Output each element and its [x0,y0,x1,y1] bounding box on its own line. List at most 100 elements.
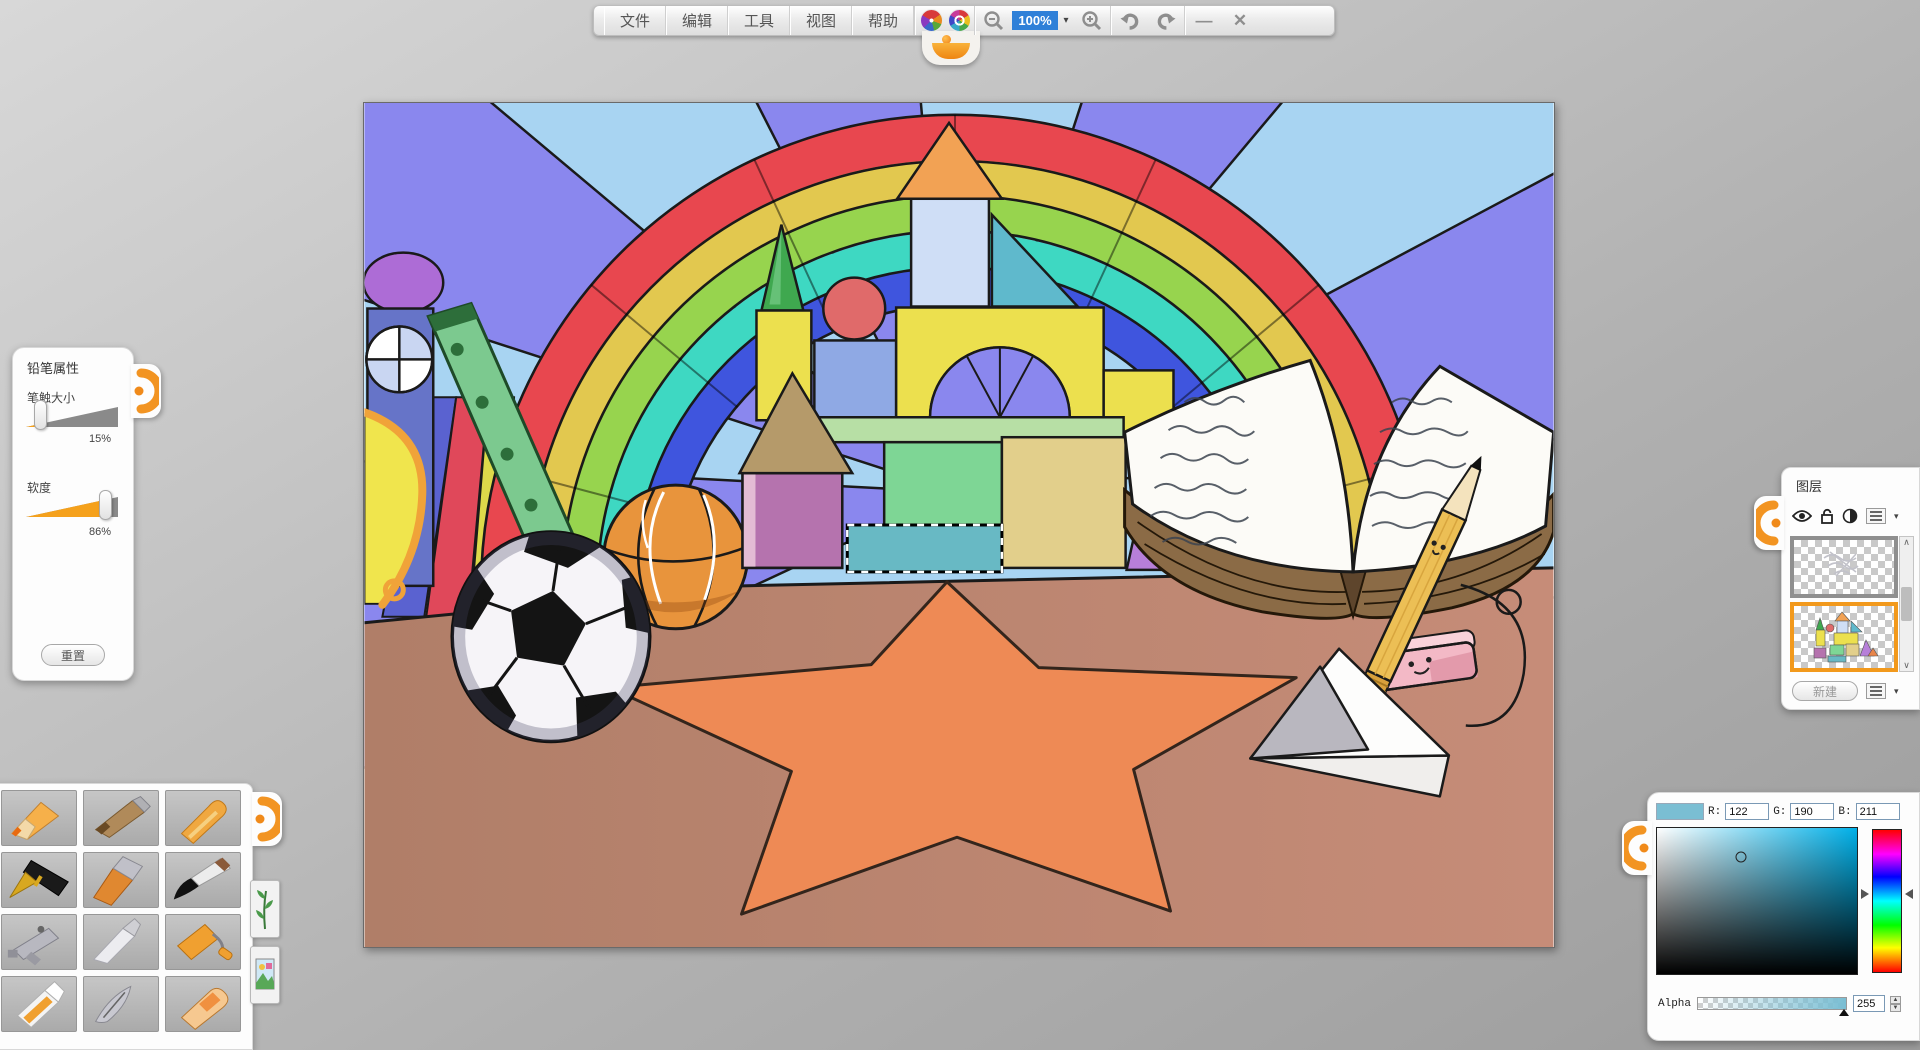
saturation-value-box[interactable] [1656,827,1858,975]
orange-crescent-icon [1756,498,1782,548]
softness-slider[interactable] [26,493,120,519]
hue-bar[interactable] [1872,829,1902,973]
red-field[interactable] [1725,803,1769,820]
tool-sharp-pencil[interactable] [1,790,77,846]
metal-nib-icon [84,978,158,1030]
zoom-level-field[interactable]: 100% [1012,11,1058,30]
scroll-down-icon[interactable]: ∨ [1903,660,1910,671]
fountain-pen-icon [2,854,76,906]
tool-metal-nib[interactable] [83,976,159,1032]
layers-title: 图层 [1796,476,1822,495]
menu-help[interactable]: 帮助 [852,6,914,35]
color-picker-panel: R: G: B: Alpha ▲▼ [1647,792,1920,1041]
blue-field[interactable] [1856,803,1900,820]
nature-brush-tab[interactable] [250,880,280,938]
tool-ink-brush[interactable] [165,852,241,908]
panel-title: 铅笔属性 [27,358,79,377]
selection-marquee[interactable] [847,525,1002,572]
tool-paint-roller[interactable] [165,914,241,970]
orange-crescent-icon [133,366,159,416]
layers-scrollbar[interactable]: ∧ ∨ [1899,536,1914,672]
layer-item-color[interactable] [1790,602,1898,672]
redo-button[interactable] [1148,6,1184,35]
tool-eraser[interactable] [165,976,241,1032]
green-field[interactable] [1790,803,1834,820]
tool-fountain-pen[interactable] [1,852,77,908]
mini-picture-icon [254,951,276,999]
layers-options-dropdown[interactable]: ▾ [1894,686,1899,697]
lock-icon[interactable] [1820,508,1834,524]
palette-knife-icon [84,916,158,968]
hue-marker-right[interactable] [1905,889,1913,899]
sharp-pencil-icon [2,792,76,844]
artwork [364,103,1554,947]
tool-grid [1,790,247,1032]
alpha-label: Alpha [1658,998,1691,1010]
layer-menu-dropdown[interactable]: ▾ [1894,511,1899,522]
layers-options-icon[interactable] [1866,683,1886,699]
brush-size-slider[interactable] [26,403,120,429]
toolbar-left-cap [594,6,604,35]
new-layer-button[interactable]: 新建 [1792,681,1858,701]
mascot-color-wheel-icon[interactable] [920,9,943,32]
sketch-layer-thumbnail [1794,540,1894,594]
zoom-dropdown-arrow[interactable]: ▾ [1058,6,1074,35]
red-label: R: [1708,806,1721,818]
zoom-out-icon [983,10,1005,32]
zoom-out-button[interactable] [976,6,1012,35]
zoom-in-button[interactable] [1074,6,1110,35]
tool-wood-pencil[interactable] [83,790,159,846]
color-cursor[interactable] [1736,852,1747,863]
hue-marker-left[interactable] [1861,889,1869,899]
drawing-canvas[interactable] [363,102,1555,948]
color-collapse-handle[interactable] [1622,821,1652,875]
alpha-field[interactable] [1853,995,1885,1012]
tool-crayon[interactable] [165,790,241,846]
tool-palette-knife[interactable] [83,914,159,970]
visibility-eye-icon[interactable] [1792,509,1812,523]
softness-slider-thumb[interactable] [99,490,112,520]
layer-item-sketch[interactable] [1790,536,1898,598]
scroll-up-icon[interactable]: ∧ [1903,537,1910,548]
airbrush-icon [2,916,76,968]
mascot-icons[interactable] [916,6,974,35]
minimize-button[interactable]: — [1186,6,1222,35]
toolbar-right-cap [1258,6,1268,35]
tool-palette [0,783,253,1050]
softness-value: 86% [89,526,111,538]
pencil-properties-panel: 铅笔属性 笔触大小 15% 软度 86% 重置 [12,347,134,681]
menu-view[interactable]: 视图 [790,6,852,35]
paint-roller-icon [166,916,240,968]
alpha-slider[interactable] [1697,997,1847,1010]
blue-label: B: [1838,806,1851,818]
stamp-picture-tab[interactable] [250,946,280,1004]
tool-glue-pen[interactable] [1,976,77,1032]
redo-icon [1154,9,1178,33]
layer-menu-icon[interactable] [1866,508,1886,524]
tool-flat-brush[interactable] [83,852,159,908]
panel-collapse-handle[interactable] [131,364,161,418]
layers-collapse-handle[interactable] [1754,496,1784,550]
glue-pen-icon [2,978,76,1030]
scrollbar-thumb[interactable] [1901,587,1912,621]
undo-button[interactable] [1112,6,1148,35]
close-button[interactable]: ✕ [1222,6,1258,35]
palette-collapse-handle[interactable] [252,792,282,846]
main-toolbar: 文件 编辑 工具 视图 帮助 100% ▾ [593,5,1335,36]
menu-edit[interactable]: 编辑 [666,6,728,35]
mascot-spiral-icon[interactable] [948,9,971,32]
ink-brush-icon [166,854,240,906]
color-layer-thumbnail [1794,606,1894,668]
alpha-spinner[interactable]: ▲▼ [1890,996,1901,1012]
brush-size-slider-thumb[interactable] [34,400,47,430]
orange-crescent-icon [1624,823,1650,873]
plant-icon [254,885,276,933]
tool-airbrush[interactable] [1,914,77,970]
layers-panel: 图层 ▾ [1781,467,1920,710]
blend-contrast-icon[interactable] [1842,508,1858,524]
mascot-mouth-icon [932,43,970,59]
menu-tools[interactable]: 工具 [728,6,790,35]
reset-button[interactable]: 重置 [41,644,105,666]
menu-file[interactable]: 文件 [604,6,666,35]
alpha-marker[interactable] [1839,1009,1849,1016]
